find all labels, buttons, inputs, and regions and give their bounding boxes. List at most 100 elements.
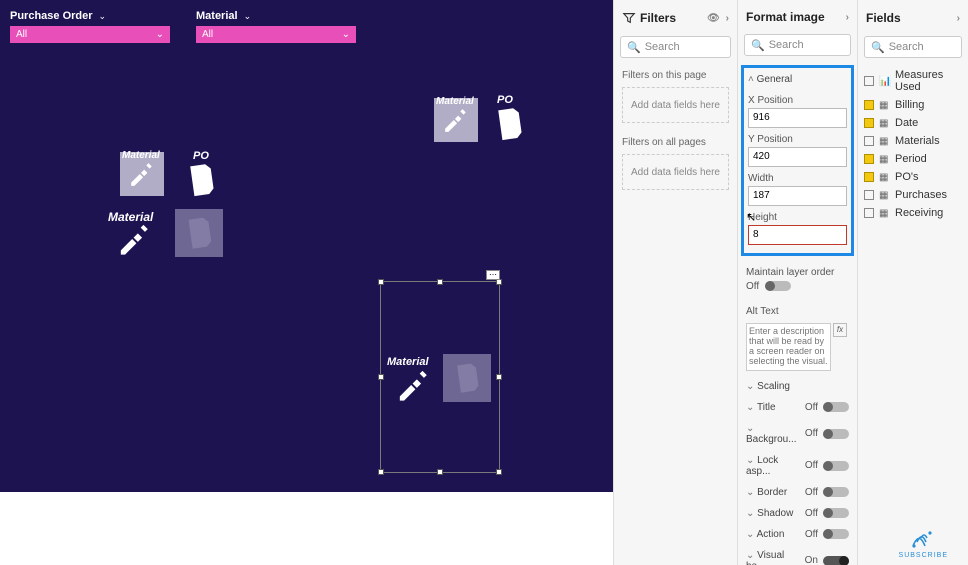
chevron-right-icon[interactable]: ›	[726, 13, 729, 24]
document-icon[interactable]	[186, 162, 216, 198]
hammer-icon	[397, 368, 431, 402]
visual-options-icon[interactable]: ⋯	[486, 270, 500, 280]
fields-list: 📊Measures Used▦Billing▦Date▦Materials▦Pe…	[858, 64, 968, 224]
general-group-header[interactable]: ˄ General	[748, 70, 847, 89]
search-icon: 🔍	[751, 39, 765, 52]
toggle[interactable]	[823, 508, 849, 518]
checkbox[interactable]	[864, 136, 874, 146]
po-label: PO	[193, 150, 209, 162]
chevron-down-icon: ⌄	[342, 29, 350, 40]
selected-visual[interactable]: ⋯ Material	[380, 281, 500, 473]
field-date[interactable]: ▦Date	[862, 114, 964, 132]
width-label: Width	[748, 173, 847, 184]
slicer-dropdown[interactable]: All⌄	[10, 26, 170, 43]
height-label: Height	[748, 212, 847, 223]
subscribe-badge[interactable]: SUBSCRIBE	[899, 528, 948, 559]
slicer-label: Material	[196, 10, 238, 22]
material-label: Material	[387, 356, 429, 368]
toggle[interactable]	[823, 556, 849, 565]
checkbox[interactable]	[864, 208, 874, 218]
checkbox[interactable]	[864, 118, 874, 128]
image-tile-po-dim	[443, 354, 491, 402]
toggle[interactable]	[823, 461, 849, 471]
format-group-scaling[interactable]: ⌄ Scaling	[738, 376, 857, 397]
eye-icon[interactable]: 👁	[707, 13, 720, 24]
slicer-label: Purchase Order	[10, 10, 93, 22]
measure-icon: 📊	[879, 76, 890, 87]
alt-text-label: Alt Text	[746, 306, 849, 317]
document-icon[interactable]	[494, 106, 524, 142]
chevron-up-icon: ˄	[748, 74, 754, 85]
field-measuresused[interactable]: 📊Measures Used	[862, 66, 964, 96]
slicer-purchase-order[interactable]: Purchase Order ⌄ All⌄	[10, 6, 170, 43]
field-purchases[interactable]: ▦Purchases	[862, 186, 964, 204]
search-icon: 🔍	[871, 41, 885, 54]
fields-header: Fields ›	[858, 0, 968, 36]
chevron-down-icon: ⌄	[99, 11, 107, 21]
checkbox[interactable]	[864, 190, 874, 200]
format-group-lockasp[interactable]: ⌄ Lock asp...Off	[738, 450, 857, 482]
format-group-action[interactable]: ⌄ ActionOff	[738, 524, 857, 545]
hammer-icon[interactable]	[118, 222, 152, 256]
chevron-right-icon[interactable]: ›	[846, 12, 849, 23]
table-icon: ▦	[879, 172, 890, 183]
checkbox[interactable]	[864, 100, 874, 110]
po-label: PO	[497, 94, 513, 106]
format-search[interactable]: 🔍Search	[744, 34, 851, 55]
field-period[interactable]: ▦Period	[862, 150, 964, 168]
slicer-dropdown[interactable]: All⌄	[196, 26, 356, 43]
height-input[interactable]	[748, 225, 847, 245]
filters-header: Filters 👁›	[614, 0, 737, 36]
format-pane: Format image › 🔍Search ˄ General X Posit…	[737, 0, 857, 565]
format-group-shadow[interactable]: ⌄ ShadowOff	[738, 503, 857, 524]
fields-pane: Fields › 🔍Search 📊Measures Used▦Billing▦…	[857, 0, 968, 565]
format-group-visualhe[interactable]: ⌄ Visual he...On	[738, 545, 857, 565]
y-position-input[interactable]	[748, 147, 847, 167]
format-group-title[interactable]: ⌄ TitleOff	[738, 397, 857, 418]
chevron-down-icon: ⌄	[156, 29, 164, 40]
checkbox[interactable]	[864, 76, 874, 86]
chevron-right-icon[interactable]: ›	[957, 13, 960, 24]
format-header: Format image ›	[738, 0, 857, 34]
filters-all-dropzone[interactable]: Add data fields here	[622, 154, 729, 190]
maintain-layer-label: Maintain layer order	[746, 267, 849, 278]
x-position-label: X Position	[748, 95, 847, 106]
toggle[interactable]	[823, 487, 849, 497]
filters-pane: Filters 👁› 🔍Search Filters on this page …	[613, 0, 737, 565]
toggle[interactable]	[823, 529, 849, 539]
alt-text-input[interactable]	[746, 323, 831, 371]
y-position-label: Y Position	[748, 134, 847, 145]
document-icon	[453, 362, 481, 394]
maintain-layer-toggle[interactable]	[765, 281, 791, 291]
checkbox[interactable]	[864, 154, 874, 164]
x-position-input[interactable]	[748, 108, 847, 128]
toggle[interactable]	[823, 402, 849, 412]
field-receiving[interactable]: ▦Receiving	[862, 204, 964, 222]
hammer-icon	[129, 161, 155, 187]
image-tile-po-dim[interactable]	[175, 209, 223, 257]
checkbox[interactable]	[864, 172, 874, 182]
width-input[interactable]	[748, 186, 847, 206]
table-icon: ▦	[879, 190, 890, 201]
format-group-border[interactable]: ⌄ BorderOff	[738, 482, 857, 503]
table-icon: ▦	[879, 208, 890, 219]
slicer-material[interactable]: Material ⌄ All⌄	[196, 6, 356, 43]
filters-page-dropzone[interactable]: Add data fields here	[622, 87, 729, 123]
filters-on-all-label: Filters on all pages	[614, 131, 737, 150]
general-group-highlight: ˄ General X Position Y Position Width He…	[741, 65, 854, 256]
table-icon: ▦	[879, 100, 890, 111]
table-icon: ▦	[879, 136, 890, 147]
format-group-backgrou[interactable]: ⌄ Backgrou...Off	[738, 418, 857, 450]
report-canvas[interactable]: Purchase Order ⌄ All⌄ Material ⌄ All⌄ Mate…	[0, 0, 613, 492]
toggle[interactable]	[823, 429, 849, 439]
filter-icon	[622, 11, 636, 25]
fx-button[interactable]: fx	[833, 323, 847, 337]
field-materials[interactable]: ▦Materials	[862, 132, 964, 150]
fields-search[interactable]: 🔍Search	[864, 36, 962, 58]
hammer-icon	[443, 107, 469, 133]
field-pos[interactable]: ▦PO's	[862, 168, 964, 186]
filters-search[interactable]: 🔍Search	[620, 36, 731, 58]
field-billing[interactable]: ▦Billing	[862, 96, 964, 114]
table-icon: ▦	[879, 118, 890, 129]
material-label: Material	[122, 150, 160, 161]
